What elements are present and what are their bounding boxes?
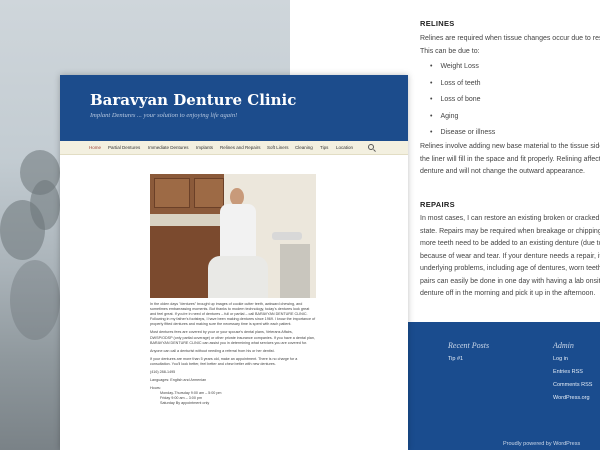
equipment-shape — [280, 244, 310, 298]
tree-silhouette — [10, 260, 60, 340]
cabinet-shape — [194, 178, 224, 208]
repairs-body: more teeth need to be added to an existi… — [420, 240, 600, 247]
phone-number: (416) 288-1495 — [150, 370, 176, 375]
nav-soft-liners[interactable]: Soft Liners — [267, 145, 289, 150]
repairs-body: denture off in the morning and pick it u… — [420, 290, 596, 297]
list-item: Loss of bone — [430, 92, 495, 109]
nav-relines-repairs[interactable]: Relines and Repairs — [220, 145, 261, 150]
paragraph: In the olden days "dentures" brought up … — [150, 302, 316, 327]
hours-block: Hours: Monday-Thursday 9:00 am – 5:00 pm… — [150, 386, 316, 406]
article-content: RELINES Relines are required when tissue… — [420, 0, 600, 320]
languages: Languages: English and Armenian — [150, 378, 207, 383]
site-footer: Recent Posts Tip #1 Admin Log in Entries… — [408, 322, 600, 450]
comments-rss-link[interactable]: Comments RSS — [553, 382, 592, 388]
nav-location[interactable]: Location — [336, 145, 353, 150]
site-nav: Home Partial Dentures Immediate Dentures… — [60, 141, 408, 155]
counter-shape — [150, 214, 220, 226]
nav-implants[interactable]: Implants — [196, 145, 213, 150]
repairs-body: because of wear and tear. If your dentur… — [420, 252, 600, 260]
dental-light — [272, 232, 302, 240]
tree-silhouette — [0, 200, 45, 260]
paragraph: Most dentures fees are covered by your o… — [150, 330, 315, 345]
relines-intro: Relines are required when tissue changes… — [420, 35, 600, 42]
nav-home[interactable]: Home — [89, 145, 101, 150]
repairs-body: pairs can easily be done in one day with… — [420, 277, 600, 285]
dental-chair — [208, 256, 268, 298]
paragraph: If your dentures are more than 5 years o… — [150, 356, 298, 366]
relines-body: Relines involve adding new base material… — [420, 143, 600, 150]
relines-heading: RELINES — [420, 19, 455, 28]
search-icon[interactable] — [368, 144, 374, 150]
nav-immediate-dentures[interactable]: Immediate Dentures — [148, 145, 189, 150]
wordpress-org-link[interactable]: WordPress.org — [553, 395, 590, 401]
list-item: Loss of teeth — [430, 76, 495, 93]
homepage-preview: Baravyan Denture Clinic Implant Dentures… — [60, 75, 408, 450]
recent-posts-title: Recent Posts — [448, 341, 490, 350]
repairs-body: underlying problems, including age of de… — [420, 265, 600, 272]
site-header: Baravyan Denture Clinic Implant Dentures… — [60, 75, 408, 141]
login-link[interactable]: Log in — [553, 356, 568, 362]
denturist-photo — [150, 174, 316, 298]
list-item: Weight Loss — [430, 59, 495, 76]
site-tagline: Implant Dentures ... your solution to en… — [90, 112, 238, 119]
relines-intro: This can be due to: — [420, 47, 480, 55]
list-item: Aging — [430, 109, 495, 126]
powered-by-link[interactable]: Proudly powered by WordPress — [503, 441, 580, 447]
repairs-heading: REPAIRS — [420, 200, 455, 209]
site-title[interactable]: Baravyan Denture Clinic — [90, 91, 296, 109]
relines-body: denture and will not change the outward … — [420, 168, 586, 175]
relines-body: the liner will fill in the space and fit… — [420, 155, 600, 163]
list-item: Disease or illness — [430, 125, 495, 142]
nav-tips[interactable]: Tips — [320, 145, 328, 150]
relines-causes-list: Weight Loss Loss of teeth Loss of bone A… — [430, 59, 495, 142]
nav-cleaning[interactable]: Cleaning — [295, 145, 313, 150]
hours-line: Saturday By appointment only — [160, 401, 210, 406]
nav-partial-dentures[interactable]: Partial Dentures — [108, 145, 140, 150]
paragraph: Anyone can call a denturist without need… — [150, 348, 275, 353]
entries-rss-link[interactable]: Entries RSS — [553, 369, 583, 375]
home-body-text: In the olden days "dentures" brought up … — [150, 302, 316, 406]
repairs-body: In most cases, I can restore an existing… — [420, 215, 600, 222]
recent-post-link[interactable]: Tip #1 — [448, 356, 463, 362]
cabinet-shape — [154, 178, 190, 208]
repairs-body: state. Repairs may be required when brea… — [420, 227, 600, 235]
admin-title: Admin — [553, 341, 574, 350]
